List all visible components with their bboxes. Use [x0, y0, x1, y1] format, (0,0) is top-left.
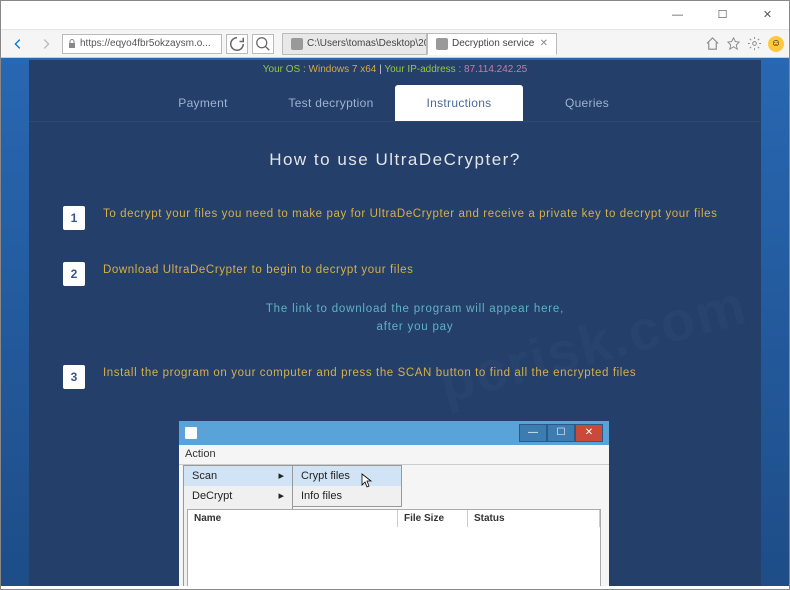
window-maximize-button[interactable]: ☐ [700, 0, 745, 30]
page-icon [436, 38, 448, 50]
tab-instructions[interactable]: Instructions [395, 85, 523, 121]
nav-tabs: Payment Test decryption Instructions Que… [29, 85, 761, 122]
step-text: Download UltraDeCrypter to begin to decr… [103, 262, 413, 279]
step-text: Install the program on your computer and… [103, 365, 636, 382]
menu-item-scan[interactable]: Scan▸ [184, 466, 292, 486]
menu-action[interactable]: Action [185, 448, 216, 460]
step-number: 1 [63, 206, 85, 230]
toolbar-right: ☺ [705, 36, 784, 52]
step-text: To decrypt your files you need to make p… [103, 206, 717, 223]
star-icon[interactable] [726, 36, 741, 51]
window-minimize-button[interactable]: — [655, 0, 700, 30]
browser-tab-1[interactable]: C:\Users\tomas\Desktop\2016-... [282, 33, 427, 55]
ip-value: 87.114.242.25 [464, 64, 527, 75]
step-1: 1 To decrypt your files you need to make… [63, 206, 727, 230]
list-header: Name File Size Status [187, 509, 601, 528]
refresh-button[interactable] [226, 34, 248, 54]
step-2: 2 Download UltraDeCrypter to begin to de… [63, 262, 727, 286]
menu-item-decrypt[interactable]: DeCrypt▸ [184, 486, 292, 506]
submenu-item-info-files[interactable]: Info files [293, 486, 401, 506]
col-file-size[interactable]: File Size [398, 510, 468, 527]
step-number: 2 [63, 262, 85, 286]
info-bar: Your OS : Windows 7 x64 | Your IP-addres… [29, 60, 761, 77]
tab-test-decryption[interactable]: Test decryption [267, 85, 395, 121]
download-link-placeholder: The link to download the program will ap… [103, 300, 727, 337]
lock-icon [67, 39, 77, 49]
col-name[interactable]: Name [188, 510, 398, 527]
app-menubar: Action [179, 445, 609, 465]
page-title: How to use UltraDeCrypter? [29, 150, 761, 170]
submenu-item-crypt-files[interactable]: Crypt files [293, 466, 401, 486]
main-panel: Your OS : Windows 7 x64 | Your IP-addres… [29, 60, 761, 586]
app-titlebar: — ☐ ✕ [179, 421, 609, 445]
tab-payment[interactable]: Payment [139, 85, 267, 121]
window-close-button[interactable]: ✕ [745, 0, 790, 30]
col-status[interactable]: Status [468, 510, 600, 527]
feedback-icon[interactable]: ☺ [768, 36, 784, 52]
gear-icon[interactable] [747, 36, 762, 51]
step-number: 3 [63, 365, 85, 389]
tab-label: C:\Users\tomas\Desktop\2016-... [307, 38, 427, 49]
address-bar[interactable]: https://eqyo4fbr5okzaysm.o... [62, 34, 222, 54]
window-titlebar: — ☐ ✕ [0, 0, 790, 30]
search-button[interactable] [252, 34, 274, 54]
submenu: Crypt files Info files [292, 465, 402, 507]
app-close-button[interactable]: ✕ [575, 424, 603, 442]
tab-queries[interactable]: Queries [523, 85, 651, 121]
tab-label: Decryption service [452, 38, 534, 49]
tab-close-icon[interactable]: ✕ [540, 38, 548, 49]
step-3: 3 Install the program on your computer a… [63, 365, 727, 389]
app-minimize-button[interactable]: — [519, 424, 547, 442]
page-content: Your OS : Windows 7 x64 | Your IP-addres… [0, 58, 790, 586]
ip-label: Your IP-address : [384, 64, 461, 75]
app-maximize-button[interactable]: ☐ [547, 424, 575, 442]
app-icon [185, 427, 197, 439]
browser-toolbar: https://eqyo4fbr5okzaysm.o... C:\Users\t… [0, 30, 790, 58]
app-body: Scan▸ DeCrypt▸ Delete▸ Add file Import k… [179, 465, 609, 586]
browser-tab-2[interactable]: Decryption service ✕ [427, 33, 557, 55]
app-title-text [185, 427, 519, 439]
tab-strip: C:\Users\tomas\Desktop\2016-... Decrypti… [282, 33, 557, 55]
back-button[interactable] [6, 33, 30, 55]
cursor-icon [361, 473, 373, 489]
url-text: https://eqyo4fbr5okzaysm.o... [80, 38, 211, 49]
os-label: Your OS : [263, 64, 306, 75]
forward-button[interactable] [34, 33, 58, 55]
app-screenshot: — ☐ ✕ Action Scan▸ DeCrypt▸ Delete▸ Add … [179, 421, 609, 586]
os-value: Windows 7 x64 [309, 64, 377, 75]
file-icon [291, 38, 303, 50]
app-window-buttons: — ☐ ✕ [519, 424, 603, 442]
steps: 1 To decrypt your files you need to make… [29, 206, 761, 389]
home-icon[interactable] [705, 36, 720, 51]
list-body [187, 527, 601, 586]
